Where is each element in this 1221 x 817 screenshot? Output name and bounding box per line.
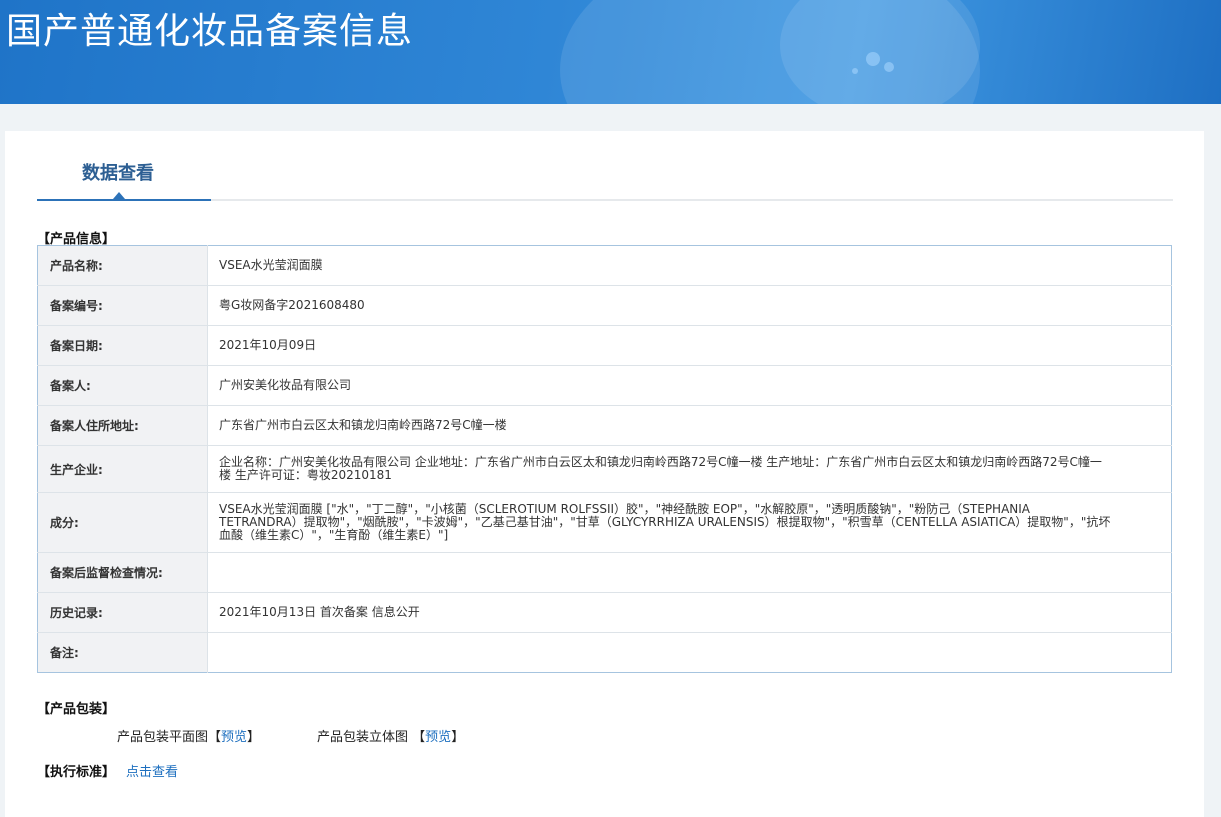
row-value: VSEA水光莹润面膜 [207, 245, 1172, 286]
product-info-table: 产品名称: VSEA水光莹润面膜 备案编号: 粤G妆网备字2021608480 … [37, 245, 1172, 673]
row-label: 备案日期: [37, 325, 208, 366]
table-row: 备案后监督检查情况: [37, 552, 1172, 593]
tab-data-view[interactable]: 数据查看 [37, 131, 211, 201]
view-standard-link[interactable]: 点击查看 [126, 761, 178, 780]
row-label: 备案人住所地址: [37, 405, 208, 446]
table-row: 成分: VSEA水光莹润面膜 ["水"，"丁二醇"，"小核菌（SCLEROTIU… [37, 492, 1172, 553]
table-row: 备注: [37, 632, 1172, 673]
table-row: 备案人住所地址: 广东省广州市白云区太和镇龙归南岭西路72号C幢一楼 [37, 405, 1172, 446]
page-title: 国产普通化妆品备案信息 [6, 11, 414, 52]
row-label: 成分: [37, 492, 208, 553]
table-row: 历史记录: 2021年10月13日 首次备案 信息公开 [37, 592, 1172, 633]
row-label: 产品名称: [37, 245, 208, 286]
table-row: 备案编号: 粤G妆网备字2021608480 [37, 285, 1172, 326]
row-value: VSEA水光莹润面膜 ["水"，"丁二醇"，"小核菌（SCLEROTIUM RO… [207, 492, 1172, 553]
row-label: 备案后监督检查情况: [37, 552, 208, 593]
row-value [207, 552, 1172, 593]
bracket-close: 】 [451, 730, 465, 745]
packaging-flat-item: 产品包装平面图【预览】 [117, 726, 260, 745]
packaging-flat-label: 产品包装平面图 [117, 730, 209, 745]
row-value: 广东省广州市白云区太和镇龙归南岭西路72号C幢一楼 [207, 405, 1172, 446]
table-row: 备案日期: 2021年10月09日 [37, 325, 1172, 366]
table-row: 备案人: 广州安美化妆品有限公司 [37, 365, 1172, 406]
banner-dot-decoration [852, 68, 858, 74]
row-label: 备注: [37, 632, 208, 673]
preview-solid-link[interactable]: 预览 [425, 730, 451, 745]
bracket-open: 【 [208, 730, 222, 745]
banner-glow-decoration [780, 0, 980, 104]
packaging-solid-label: 产品包装立体图 [317, 730, 409, 745]
banner-dot-decoration [866, 52, 880, 66]
packaging-section-title: 【产品包装】 [37, 702, 116, 717]
row-label: 备案人: [37, 365, 208, 406]
banner-dot-decoration [884, 62, 894, 72]
page-banner: 国产普通化妆品备案信息 [0, 0, 1221, 104]
row-label: 生产企业: [37, 445, 208, 493]
bracket-open: 【 [412, 730, 426, 745]
row-value [208, 633, 1172, 673]
preview-flat-link[interactable]: 预览 [221, 730, 247, 745]
row-label: 历史记录: [37, 592, 208, 633]
bracket-close: 】 [247, 730, 261, 745]
row-value: 2021年10月09日 [207, 325, 1172, 366]
tab-label: 数据查看 [82, 163, 154, 184]
row-label: 备案编号: [37, 285, 208, 326]
content-panel: 数据查看 【产品信息】 产品名称: VSEA水光莹润面膜 备案编号: 粤G妆网备… [5, 131, 1204, 817]
row-value: 2021年10月13日 首次备案 信息公开 [207, 592, 1172, 633]
standard-section-title: 【执行标准】 [37, 765, 116, 780]
tab-active-arrow-icon [113, 192, 125, 199]
row-value: 广州安美化妆品有限公司 [207, 365, 1172, 406]
packaging-solid-item: 产品包装立体图 【预览】 [317, 726, 464, 745]
row-value: 企业名称：广州安美化妆品有限公司 企业地址：广东省广州市白云区太和镇龙归南岭西路… [207, 445, 1172, 493]
table-row: 生产企业: 企业名称：广州安美化妆品有限公司 企业地址：广东省广州市白云区太和镇… [37, 445, 1172, 493]
table-row: 产品名称: VSEA水光莹润面膜 [37, 245, 1172, 286]
row-value: 粤G妆网备字2021608480 [207, 285, 1172, 326]
tab-bar: 数据查看 [37, 131, 1173, 201]
